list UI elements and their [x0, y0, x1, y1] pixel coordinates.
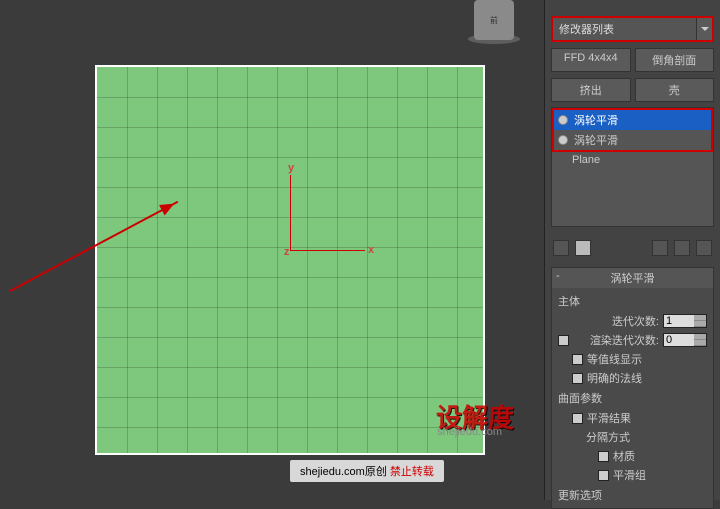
modifier-stack[interactable]: 涡轮平滑 涡轮平滑 Plane	[551, 107, 714, 227]
extrude-button[interactable]: 挤出	[551, 78, 631, 102]
explicit-normals-label: 明确的法线	[587, 370, 642, 386]
render-iters-checkbox[interactable]	[558, 335, 569, 346]
make-unique-icon[interactable]	[652, 240, 668, 256]
modifier-list-dropdown[interactable]: 修改器列表	[551, 16, 714, 42]
section-main: 主体	[558, 292, 707, 310]
render-iters-input[interactable]	[664, 334, 694, 346]
rollout-header[interactable]: - 涡轮平滑	[552, 268, 713, 288]
stack-item-turbosmooth-1[interactable]: 涡轮平滑	[554, 110, 711, 130]
smooth-group-label: 平滑组	[613, 467, 646, 483]
credit-warning: 禁止转载	[390, 466, 434, 478]
smooth-group-checkbox[interactable]	[598, 470, 609, 481]
pin-stack-icon[interactable]	[553, 240, 569, 256]
stack-item-label: 涡轮平滑	[574, 132, 618, 148]
render-iters-spinner[interactable]	[663, 333, 707, 347]
smooth-result-label: 平滑结果	[587, 410, 631, 426]
iterations-input[interactable]	[664, 315, 694, 327]
spinner-arrows-icon[interactable]	[694, 315, 706, 327]
collapse-icon: -	[556, 270, 560, 282]
rollout-title: 涡轮平滑	[611, 273, 655, 285]
iterations-label: 迭代次数:	[572, 313, 659, 329]
spinner-arrows-icon[interactable]	[694, 334, 706, 346]
section-surface: 曲面参数	[558, 389, 707, 407]
plane-grid[interactable]	[95, 65, 485, 455]
section-update: 更新选项	[558, 486, 707, 504]
stack-base-label: Plane	[572, 154, 600, 166]
show-end-result-icon[interactable]	[575, 240, 591, 256]
stack-item-turbosmooth-2[interactable]: 涡轮平滑	[554, 130, 711, 150]
smooth-result-checkbox[interactable]	[572, 413, 583, 424]
chamfer-button[interactable]: 倒角剖面	[635, 48, 715, 72]
iterations-spinner[interactable]	[663, 314, 707, 328]
configure-sets-icon[interactable]	[696, 240, 712, 256]
isoline-label: 等值线显示	[587, 351, 642, 367]
credit-bar: shejiedu.com原创 禁止转载	[290, 460, 444, 482]
modify-panel: 修改器列表 FFD 4x4x4 倒角剖面 挤出 壳 涡轮平滑 涡轮平滑	[544, 0, 720, 500]
turbosmooth-rollout: - 涡轮平滑 主体 迭代次数: 渲染迭代次数:	[551, 267, 714, 509]
viewport[interactable]: 前 x y z 设解度 shejiedu.com shejiedu.com原创 …	[0, 0, 544, 500]
bulb-icon[interactable]	[558, 115, 568, 125]
dropdown-arrow-icon[interactable]	[696, 18, 712, 40]
viewcube[interactable]: 前	[474, 0, 514, 40]
modifier-list-label: 修改器列表	[553, 18, 696, 40]
shell-button[interactable]: 壳	[635, 78, 715, 102]
material-checkbox[interactable]	[598, 451, 609, 462]
remove-modifier-icon[interactable]	[674, 240, 690, 256]
material-label: 材质	[613, 448, 635, 464]
stack-item-base[interactable]: Plane	[552, 152, 713, 168]
isoline-checkbox[interactable]	[572, 354, 583, 365]
ffd-button[interactable]: FFD 4x4x4	[551, 48, 631, 72]
explicit-normals-checkbox[interactable]	[572, 373, 583, 384]
stack-toolbar	[551, 236, 714, 260]
stack-item-label: 涡轮平滑	[574, 112, 618, 128]
render-iters-label: 渲染迭代次数:	[573, 332, 659, 348]
bulb-icon[interactable]	[558, 135, 568, 145]
separate-label: 分隔方式	[586, 429, 630, 445]
credit-text: shejiedu.com原创	[300, 466, 390, 478]
watermark-url: shejiedu.com	[437, 426, 502, 438]
